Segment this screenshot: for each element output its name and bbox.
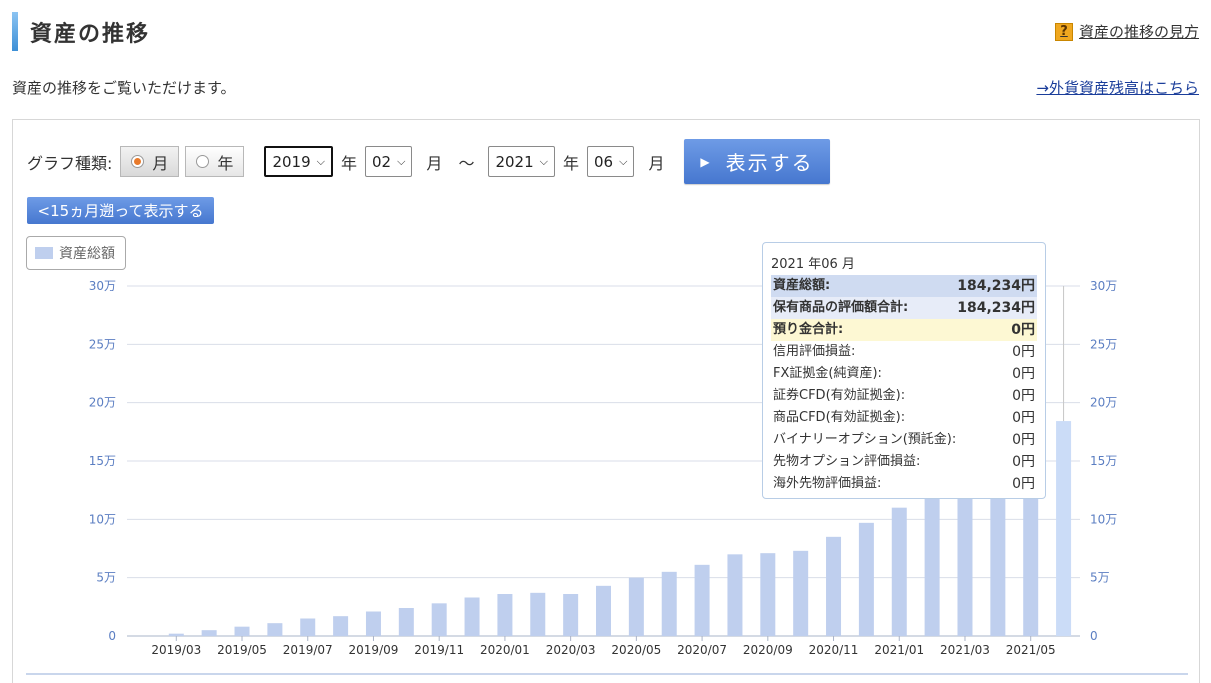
y-tick-label-left: 5万 (96, 571, 116, 585)
x-tick-label: 2019/05 (217, 643, 267, 657)
tooltip-row: 資産総額: 184,234円 (771, 275, 1037, 297)
tooltip-row: 先物オプション評価損益: 0円 (771, 451, 1037, 473)
tooltip-row-value: 0円 (1012, 454, 1035, 470)
y-tick-label-right: 20万 (1090, 396, 1117, 410)
tooltip-row: 海外先物評価損益: 0円 (771, 473, 1037, 495)
bar (431, 603, 447, 636)
x-tick-label: 2020/09 (743, 643, 793, 657)
tooltip-row-value: 0円 (1012, 432, 1035, 448)
y-tick-label-right: 15万 (1090, 454, 1117, 468)
bar (1056, 421, 1072, 636)
tooltip-row-value: 0円 (1012, 366, 1035, 382)
y-tick-label-right: 0 (1090, 629, 1098, 643)
bar (365, 611, 381, 636)
tooltip-row-value: 0円 (1011, 322, 1035, 338)
y-tick-label-right: 5万 (1090, 571, 1110, 585)
bar (891, 507, 907, 636)
y-tick-label-left: 0 (108, 629, 116, 643)
bar (300, 618, 316, 636)
y-tick-label-left: 30万 (89, 279, 116, 293)
bar (661, 571, 677, 636)
x-tick-label: 2020/01 (480, 643, 530, 657)
bar (464, 597, 480, 636)
bar (858, 522, 874, 636)
x-tick-label: 2019/03 (151, 643, 201, 657)
tooltip-row-label: 保有商品の評価額合計: (773, 300, 909, 315)
tooltip-row-label: 預り金合計: (773, 322, 844, 337)
tooltip-row-value: 184,234円 (957, 278, 1035, 294)
bar (596, 585, 611, 636)
tooltip-row-label: FX証拠金(純資産): (773, 366, 882, 381)
tooltip-date: 2021 年06 月 (771, 257, 855, 272)
bar (628, 577, 644, 636)
y-tick-label-right: 30万 (1090, 279, 1117, 293)
bar (530, 592, 546, 636)
tooltip-row: 証券CFD(有効証拠金): 0円 (771, 385, 1037, 407)
tooltip-row-label: 証券CFD(有効証拠金): (773, 388, 906, 403)
bar (333, 616, 349, 636)
tooltip-row-label: バイナリーオプション(預託金): (773, 432, 957, 447)
x-tick-label: 2019/09 (349, 643, 399, 657)
tooltip-row-value: 0円 (1012, 410, 1035, 426)
bar (234, 626, 250, 636)
bar (497, 594, 513, 636)
y-tick-label-left: 15万 (89, 454, 116, 468)
tooltip-row: 商品CFD(有効証拠金): 0円 (771, 407, 1037, 429)
tooltip-row: バイナリーオプション(預託金): 0円 (771, 429, 1037, 451)
y-tick-label-left: 20万 (89, 396, 116, 410)
bar (727, 554, 743, 636)
x-tick-label: 2019/07 (283, 643, 333, 657)
tooltip-row: 信用評価損益: 0円 (771, 341, 1037, 363)
bar (826, 536, 842, 636)
tooltip-row: 預り金合計: 0円 (771, 319, 1037, 341)
tooltip-row-label: 海外先物評価損益: (773, 476, 882, 491)
y-tick-label-left: 25万 (89, 337, 116, 351)
x-tick-label: 2020/05 (611, 643, 661, 657)
tooltip-row-label: 商品CFD(有効証拠金): (773, 410, 906, 425)
panel-bottom-rule (26, 673, 1188, 675)
x-tick-label: 2020/07 (677, 643, 727, 657)
y-tick-label-right: 25万 (1090, 337, 1117, 351)
bar (563, 594, 579, 636)
tooltip-row-value: 0円 (1012, 476, 1035, 492)
tooltip-row-value: 0円 (1012, 388, 1035, 404)
bar (168, 633, 184, 636)
bar (760, 553, 776, 636)
y-tick-label-right: 10万 (1090, 512, 1117, 526)
bar (694, 564, 710, 636)
tooltip-row: 保有商品の評価額合計: 184,234円 (771, 297, 1037, 319)
x-tick-label: 2021/05 (1006, 643, 1056, 657)
chart-tooltip: 2021 年06 月 資産総額: 184,234円 保有商品の評価額合計: 184,… (762, 242, 1046, 499)
bar (201, 630, 217, 636)
x-tick-label: 2019/11 (414, 643, 464, 657)
bar (398, 608, 414, 636)
bar (924, 491, 940, 636)
x-tick-label: 2021/03 (940, 643, 990, 657)
tooltip-row-label: 先物オプション評価損益: (773, 454, 921, 469)
x-tick-label: 2020/11 (809, 643, 859, 657)
y-tick-label-left: 10万 (89, 512, 116, 526)
tooltip-row-label: 信用評価損益: (773, 344, 856, 359)
tooltip-row-value: 184,234円 (957, 300, 1035, 316)
x-tick-label: 2020/03 (546, 643, 596, 657)
x-tick-label: 2021/01 (874, 643, 924, 657)
tooltip-row-value: 0円 (1012, 344, 1035, 360)
bar (267, 623, 283, 636)
tooltip-row-label: 資産総額: (773, 278, 831, 293)
bar (793, 550, 809, 636)
tooltip-row: FX証拠金(純資産): 0円 (771, 363, 1037, 385)
